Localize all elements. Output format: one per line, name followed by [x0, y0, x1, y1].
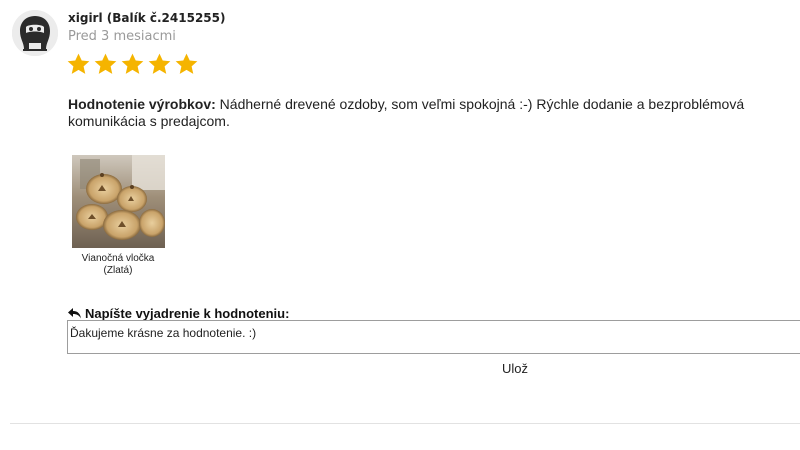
- product-name: Vianočná vločka: [81, 253, 155, 264]
- reply-input[interactable]: [67, 320, 800, 354]
- product-caption: Vianočná vločka (Zlatá): [62, 253, 174, 277]
- star-icon: [121, 53, 144, 74]
- review-timestamp: Pred 3 mesiacmi: [68, 29, 176, 44]
- avatar: [12, 10, 58, 56]
- ninja-face-icon: [12, 10, 58, 56]
- star-icon: [67, 53, 90, 74]
- reply-arrow-icon: [68, 308, 81, 319]
- divider: [10, 423, 800, 424]
- reviewer-name: xigirl (Balík č.2415255): [68, 11, 226, 25]
- product-photo-illustration: [72, 155, 165, 248]
- star-rating: [66, 52, 199, 77]
- reply-label-text: Napíšte vyjadrenie k hodnoteniu:: [85, 306, 290, 321]
- star-icon: [175, 53, 198, 74]
- product-variant: (Zlatá): [103, 265, 133, 276]
- review-label: Hodnotenie výrobkov:: [68, 96, 216, 112]
- review-text-block: Hodnotenie výrobkov: Nádherné drevené oz…: [68, 96, 788, 130]
- star-icon: [94, 53, 117, 74]
- product-image[interactable]: [72, 155, 165, 248]
- reply-label: Napíšte vyjadrenie k hodnoteniu:: [68, 306, 289, 321]
- save-button[interactable]: Ulož: [494, 359, 536, 378]
- star-icon: [148, 53, 171, 74]
